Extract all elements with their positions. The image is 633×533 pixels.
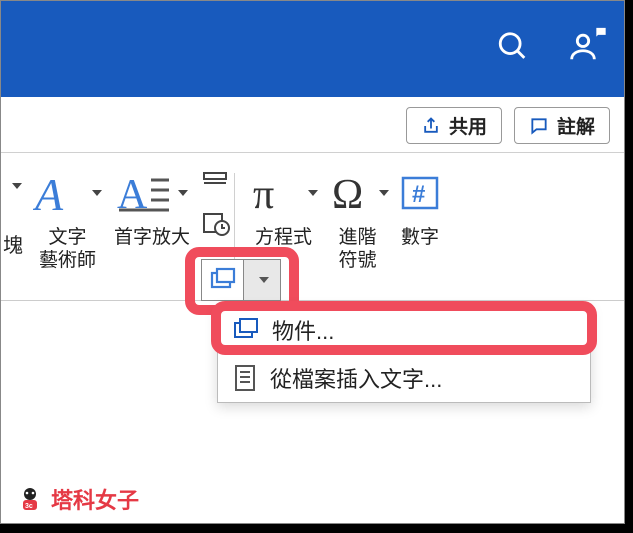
menu-item-file-label: 從檔案插入文字... [270, 362, 442, 394]
ribbon-partial-block-label: 塊 [3, 229, 23, 258]
title-bar [1, 1, 624, 97]
ribbon-dropcap[interactable]: A 首字放大 [110, 165, 194, 250]
ribbon-wordart-label: 文字 藝術師 [39, 227, 96, 273]
share-label: 共用 [449, 112, 487, 139]
ribbon-equation[interactable]: π 方程式 [245, 165, 322, 250]
chevron-down-icon [379, 190, 389, 196]
ribbon-symbol-label: 進階 符號 [339, 227, 377, 273]
ribbon-wordart[interactable]: A 文字 藝術師 [29, 165, 106, 273]
signature-line-icon[interactable] [200, 171, 230, 202]
chevron-down-icon [178, 190, 188, 196]
chevron-down-icon[interactable] [12, 183, 22, 189]
menu-item-insert-text-from-file[interactable]: 從檔案插入文字... [218, 354, 590, 402]
chevron-down-icon [92, 190, 102, 196]
watermark: 3c 塔科女子 [15, 483, 139, 515]
date-time-icon[interactable] [200, 208, 230, 243]
comment-label: 註解 [557, 112, 595, 139]
ribbon-stacked-group [200, 165, 230, 243]
search-icon[interactable] [496, 30, 530, 69]
watermark-text: 塔科女子 [51, 483, 139, 515]
comment-button[interactable]: 註解 [514, 107, 610, 144]
svg-text:π: π [253, 172, 274, 216]
action-bar: 共用 註解 [1, 97, 624, 153]
ribbon-number[interactable]: # 數字 [393, 165, 447, 250]
account-icon[interactable] [566, 30, 600, 69]
ribbon-dropcap-label: 首字放大 [114, 227, 190, 250]
svg-text:3c: 3c [25, 503, 33, 510]
ribbon: 塊 A 文字 藝術師 A 首字放大 [1, 153, 624, 301]
share-button[interactable]: 共用 [406, 107, 502, 144]
svg-text:Ω: Ω [332, 172, 363, 216]
watermark-icon: 3c [15, 484, 45, 514]
ribbon-number-label: 數字 [401, 227, 439, 250]
chevron-down-icon [308, 190, 318, 196]
highlight-annotation-menu [211, 301, 597, 355]
ribbon-symbol[interactable]: Ω 進階 符號 [322, 165, 393, 273]
svg-text:#: # [412, 181, 425, 208]
svg-text:A: A [33, 170, 64, 216]
